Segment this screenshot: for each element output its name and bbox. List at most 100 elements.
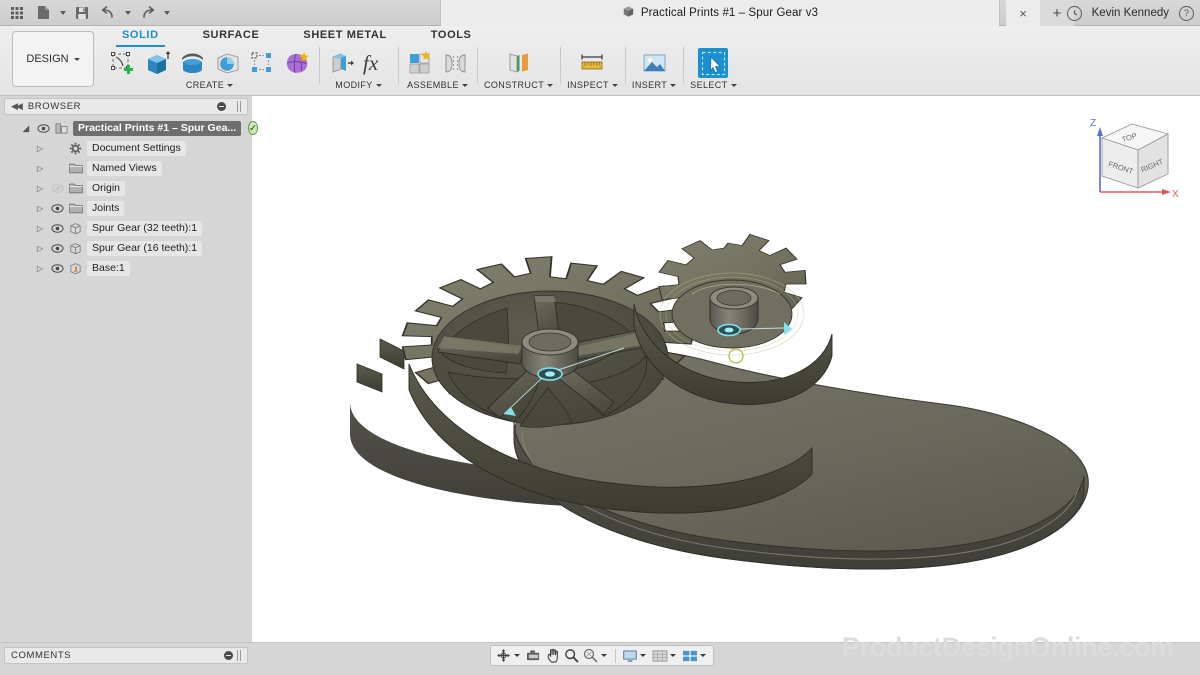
- tree-item-spur-gear-32[interactable]: ▷ Spur Gear (32 teeth):1: [4, 218, 248, 238]
- help-icon[interactable]: ?: [1179, 6, 1194, 21]
- tab-tools[interactable]: TOOLS: [409, 26, 494, 46]
- close-icon[interactable]: ×: [1006, 0, 1040, 26]
- pan-hand-icon[interactable]: [544, 646, 561, 665]
- document-tab-label: Practical Prints #1 – Spur Gear v3: [641, 7, 818, 19]
- insert-image-icon[interactable]: [639, 48, 669, 78]
- twisty-collapsed-icon[interactable]: ▷: [34, 184, 46, 193]
- comments-panel[interactable]: COMMENTS: [4, 647, 248, 664]
- new-component-icon[interactable]: [405, 48, 435, 78]
- change-parameters-fx-icon[interactable]: fx: [361, 48, 391, 78]
- tree-item-joints[interactable]: ▷ Joints: [4, 198, 248, 218]
- visibility-eye-icon[interactable]: [50, 264, 64, 273]
- twisty-collapsed-icon[interactable]: ▷: [34, 164, 46, 173]
- tab-solid[interactable]: SOLID: [100, 26, 181, 46]
- tree-item-label: Named Views: [87, 161, 162, 176]
- undo-arrow-icon[interactable]: [95, 1, 121, 25]
- panel-modify-tools: fx: [326, 44, 391, 78]
- grid-apps-icon[interactable]: [4, 1, 30, 25]
- status-badge: ✓: [248, 121, 258, 135]
- visibility-eye-icon[interactable]: [50, 224, 64, 233]
- tab-sheet-metal[interactable]: SHEET METAL: [281, 26, 408, 46]
- user-name[interactable]: Kevin Kennedy: [1092, 7, 1169, 19]
- panel-resize-grip[interactable]: [237, 101, 241, 112]
- twisty-collapsed-icon[interactable]: ▷: [34, 264, 46, 273]
- new-file-icon[interactable]: [30, 1, 56, 25]
- chevron-down-icon: [74, 58, 80, 61]
- joint-icon[interactable]: [440, 48, 470, 78]
- folder-icon: [68, 182, 83, 194]
- chevron-down-icon: [376, 84, 382, 87]
- twisty-collapsed-icon[interactable]: ▷: [34, 224, 46, 233]
- navigation-bar: [490, 645, 714, 666]
- revolve-icon[interactable]: [177, 48, 207, 78]
- tree-item-spur-gear-16[interactable]: ▷ Spur Gear (16 teeth):1: [4, 238, 248, 258]
- create-sketch-icon[interactable]: [107, 48, 137, 78]
- tab-surface[interactable]: SURFACE: [181, 26, 282, 46]
- twisty-collapsed-icon[interactable]: ▷: [34, 144, 46, 153]
- browser-title: BROWSER: [28, 101, 81, 112]
- panel-select: SELECT: [683, 44, 743, 94]
- chevron-down-icon: [612, 84, 618, 87]
- redo-arrow-icon[interactable]: [134, 1, 160, 25]
- look-at-camera-icon[interactable]: [525, 646, 542, 665]
- panel-insert-label[interactable]: INSERT: [632, 80, 676, 90]
- sphere-icon[interactable]: [212, 48, 242, 78]
- new-file-dropdown[interactable]: [56, 1, 69, 25]
- display-settings-icon[interactable]: [621, 646, 638, 665]
- twisty-collapsed-icon[interactable]: ▷: [34, 244, 46, 253]
- panel-resize-grip[interactable]: [237, 650, 241, 661]
- select-cursor-icon[interactable]: [698, 48, 728, 78]
- panel-options-icon[interactable]: [224, 651, 233, 660]
- viewports-icon[interactable]: [681, 646, 698, 665]
- workspace-switcher-design[interactable]: DESIGN: [12, 31, 94, 87]
- grid-dropdown[interactable]: [670, 654, 676, 657]
- panel-insert-tools: [639, 44, 669, 78]
- panel-construct-label[interactable]: CONSTRUCT: [484, 80, 553, 90]
- zoom-icon[interactable]: [563, 646, 580, 665]
- panel-modify-label[interactable]: MODIFY: [335, 80, 381, 90]
- title-bar: Practical Prints #1 – Spur Gear v3 × + K…: [0, 0, 1200, 26]
- panel-construct: CONSTRUCT: [477, 44, 560, 94]
- tree-item-root[interactable]: ◢ Practical Prints #1 – Spur Gea... ✓: [4, 118, 248, 138]
- offset-plane-icon[interactable]: [504, 48, 534, 78]
- create-form-icon[interactable]: [282, 48, 312, 78]
- pattern-icon[interactable]: [247, 48, 277, 78]
- extrude-icon[interactable]: [142, 48, 172, 78]
- fit-dropdown[interactable]: [601, 654, 607, 657]
- model-3d-view[interactable]: [252, 96, 1200, 642]
- grid-snaps-icon[interactable]: [651, 646, 668, 665]
- tree-item-named-views[interactable]: ▷ Named Views: [4, 158, 248, 178]
- panel-create-label[interactable]: CREATE: [186, 80, 233, 90]
- save-disk-icon[interactable]: [69, 1, 95, 25]
- tree-item-document-settings[interactable]: ▷ Document Settings: [4, 138, 248, 158]
- visibility-eye-hidden-icon[interactable]: [50, 184, 64, 193]
- chevron-down-icon: [731, 84, 737, 87]
- twisty-expanded-icon[interactable]: ◢: [20, 124, 32, 133]
- orbit-dropdown[interactable]: [514, 654, 520, 657]
- tree-item-origin[interactable]: ▷ Origin: [4, 178, 248, 198]
- panel-assemble-tools: [405, 44, 470, 78]
- tree-item-base[interactable]: ▷ Base:1: [4, 258, 248, 278]
- visibility-eye-icon[interactable]: [50, 244, 64, 253]
- panel-inspect-label[interactable]: INSPECT: [567, 80, 618, 90]
- measure-ruler-icon[interactable]: [578, 48, 608, 78]
- visibility-eye-icon[interactable]: [50, 204, 64, 213]
- twisty-collapsed-icon[interactable]: ▷: [34, 204, 46, 213]
- viewport-canvas[interactable]: Z X TOP FRONT RIGHT: [252, 96, 1200, 642]
- clock-history-icon[interactable]: [1067, 6, 1082, 21]
- visibility-eye-icon[interactable]: [36, 124, 50, 133]
- view-cube[interactable]: Z X TOP FRONT RIGHT: [1076, 104, 1186, 204]
- panel-options-icon[interactable]: [217, 102, 226, 111]
- undo-dropdown[interactable]: [121, 1, 134, 25]
- collapse-left-icon[interactable]: ◀◀: [11, 101, 21, 112]
- fit-icon[interactable]: [582, 646, 599, 665]
- viewports-dropdown[interactable]: [700, 654, 706, 657]
- orbit-icon[interactable]: [495, 646, 512, 665]
- panel-select-label[interactable]: SELECT: [690, 80, 736, 90]
- document-tab[interactable]: Practical Prints #1 – Spur Gear v3: [440, 0, 1000, 26]
- panel-assemble-label[interactable]: ASSEMBLE: [407, 80, 468, 90]
- panel-assemble: ASSEMBLE: [398, 44, 477, 94]
- component-icon: [68, 242, 83, 255]
- display-dropdown[interactable]: [640, 654, 646, 657]
- press-pull-icon[interactable]: [326, 48, 356, 78]
